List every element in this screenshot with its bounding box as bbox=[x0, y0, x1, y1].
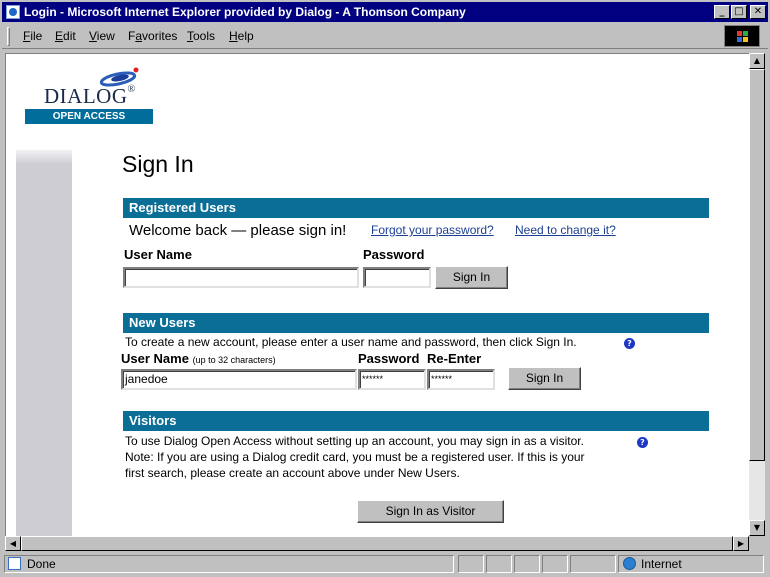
security-zone-panel[interactable]: Internet bbox=[618, 555, 764, 573]
status-bar: Done Internet bbox=[2, 553, 768, 575]
horizontal-scrollbar[interactable]: ◀ ▶ bbox=[5, 536, 749, 551]
browser-viewport: DIALOG® OPEN ACCESS Sign In Registered U… bbox=[5, 53, 749, 536]
reenter-password-input[interactable]: ****** bbox=[427, 369, 495, 390]
status-panel-empty-1 bbox=[458, 555, 484, 573]
registered-password-label: Password bbox=[363, 247, 425, 262]
new-users-instructions: To create a new account, please enter a … bbox=[125, 335, 577, 349]
windows-logo-icon bbox=[724, 25, 760, 47]
status-text: Done bbox=[27, 557, 56, 571]
menu-view[interactable]: View bbox=[89, 29, 115, 43]
menu-edit[interactable]: Edit bbox=[55, 29, 76, 43]
new-username-input[interactable]: janedoe bbox=[121, 369, 357, 390]
visitors-header: Visitors bbox=[123, 411, 709, 431]
scroll-up-icon[interactable]: ▲ bbox=[749, 53, 765, 69]
welcome-message: Welcome back — please sign in! bbox=[129, 222, 347, 239]
scroll-down-icon[interactable]: ▼ bbox=[749, 520, 765, 536]
scroll-left-icon[interactable]: ◀ bbox=[5, 536, 21, 551]
new-user-sign-in-button[interactable]: Sign In bbox=[508, 367, 581, 390]
internet-globe-icon bbox=[623, 557, 636, 570]
menu-file[interactable]: File bbox=[23, 29, 42, 43]
status-text-panel: Done bbox=[4, 555, 454, 573]
status-panel-empty-2 bbox=[486, 555, 512, 573]
page-title: Sign In bbox=[122, 151, 194, 177]
sign-in-as-visitor-button[interactable]: Sign In as Visitor bbox=[357, 500, 504, 523]
scrollbar-corner bbox=[749, 536, 765, 551]
new-password-label: Password bbox=[358, 351, 420, 366]
registered-sign-in-button[interactable]: Sign In bbox=[435, 266, 508, 289]
new-users-header: New Users bbox=[123, 313, 709, 333]
toolbar-grip[interactable] bbox=[7, 27, 10, 46]
security-zone-text: Internet bbox=[641, 557, 682, 571]
visitors-text-line3: first search, please create an account a… bbox=[125, 466, 460, 480]
status-panel-empty-4 bbox=[542, 555, 568, 573]
left-sidebar-strip-top bbox=[16, 150, 72, 164]
close-button[interactable]: ✕ bbox=[750, 5, 766, 19]
vertical-scroll-thumb[interactable] bbox=[749, 69, 765, 461]
registered-username-input[interactable] bbox=[123, 267, 359, 288]
left-sidebar-strip bbox=[16, 150, 72, 536]
scroll-right-icon[interactable]: ▶ bbox=[733, 536, 749, 551]
title-bar: Login - Microsoft Internet Explorer prov… bbox=[2, 2, 768, 22]
new-username-label: User Name (up to 32 characters) bbox=[121, 351, 276, 366]
registered-users-header: Registered Users bbox=[123, 198, 709, 218]
change-password-link[interactable]: Need to change it? bbox=[515, 223, 616, 237]
status-panel-empty-3 bbox=[514, 555, 540, 573]
open-access-banner: OPEN ACCESS bbox=[25, 109, 153, 124]
registered-username-label: User Name bbox=[124, 247, 192, 262]
menu-help[interactable]: Help bbox=[229, 29, 254, 43]
maximize-button[interactable]: □ bbox=[731, 5, 747, 19]
window-title: Login - Microsoft Internet Explorer prov… bbox=[24, 5, 466, 19]
status-panel-empty-5 bbox=[570, 555, 616, 573]
vertical-scrollbar[interactable]: ▲ ▼ bbox=[749, 53, 765, 536]
visitors-text-line1: To use Dialog Open Access without settin… bbox=[125, 434, 584, 448]
visitors-help-icon[interactable]: ? bbox=[637, 437, 648, 448]
forgot-password-link[interactable]: Forgot your password? bbox=[371, 223, 494, 237]
reenter-password-label: Re-Enter bbox=[427, 351, 482, 366]
ie-app-icon[interactable] bbox=[6, 5, 20, 19]
new-users-help-icon[interactable]: ? bbox=[624, 338, 635, 349]
minimize-button[interactable]: _ bbox=[714, 5, 730, 19]
new-password-input[interactable]: ****** bbox=[358, 369, 426, 390]
horizontal-scroll-thumb[interactable] bbox=[21, 536, 733, 551]
menu-favorites[interactable]: Favorites bbox=[128, 29, 177, 43]
registered-password-input[interactable] bbox=[363, 267, 431, 288]
menu-bar: File Edit View Favorites Tools Help bbox=[2, 24, 768, 49]
page-done-icon bbox=[8, 557, 21, 570]
dialog-logo[interactable]: DIALOG® bbox=[44, 84, 136, 109]
visitors-text-line2: Note: If you are using a Dialog credit c… bbox=[125, 450, 585, 464]
menu-tools[interactable]: Tools bbox=[187, 29, 215, 43]
